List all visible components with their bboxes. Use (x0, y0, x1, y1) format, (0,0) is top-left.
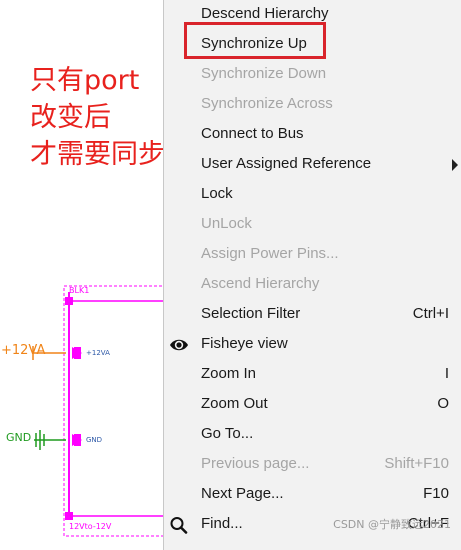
menu-item-label: Connect to Bus (201, 125, 304, 142)
block-top-pin (65, 297, 73, 305)
menu-item-label: Synchronize Across (201, 95, 333, 112)
menu-item-label: Descend Hierarchy (201, 5, 329, 22)
menu-item-label: Synchronize Down (201, 65, 327, 82)
magnifier-icon (170, 517, 188, 534)
menu-item-synchronize-down[interactable]: Synchronize Down (164, 60, 461, 90)
annotation-line-1: 只有port (30, 65, 140, 96)
annotation-note: 只有port 改变后 才需要同步 (30, 62, 165, 173)
menu-item-shortcut: Shift+F10 (384, 455, 449, 472)
menu-item-assign-power-pins[interactable]: Assign Power Pins... (164, 240, 461, 270)
menu-item-label: Zoom In (201, 365, 257, 382)
annotation-line-3: 才需要同步 (30, 139, 165, 170)
menu-item-ascend-hierarchy[interactable]: Ascend Hierarchy (164, 270, 461, 300)
block-bottom-label: 12Vto-12V (69, 522, 112, 531)
block-outline (63, 285, 165, 537)
context-menu: Descend Hierarchy Synchronize Up Synchro… (163, 0, 461, 550)
menu-item-user-assigned-reference[interactable]: User Assigned Reference (164, 150, 461, 180)
watermark: CSDN @宁静致远2021 (333, 518, 451, 531)
menu-item-unlock[interactable]: UnLock (164, 210, 461, 240)
menu-item-label: UnLock (201, 215, 252, 232)
block-bottom-pin (65, 512, 73, 520)
submenu-arrow-icon (452, 159, 458, 171)
menu-item-label: Assign Power Pins... (201, 245, 339, 262)
net-label-plus12va: +12VA (1, 343, 46, 358)
menu-item-fisheye-view[interactable]: Fisheye view (164, 330, 461, 360)
menu-item-selection-filter[interactable]: Selection Filter Ctrl+I (164, 300, 461, 330)
menu-item-shortcut: F10 (423, 485, 449, 502)
menu-item-shortcut: O (437, 395, 449, 412)
menu-item-shortcut: I (444, 365, 449, 382)
block-name-label: BLK1 (69, 286, 90, 295)
menu-item-label: Go To... (201, 425, 254, 442)
annotation-line-2: 改变后 (30, 102, 111, 133)
menu-item-previous-page[interactable]: Previous page... Shift+F10 (164, 450, 461, 480)
menu-item-shortcut: Ctrl+I (412, 305, 449, 322)
menu-item-label: Ascend Hierarchy (201, 275, 320, 292)
eye-icon (170, 339, 188, 351)
menu-item-label: Lock (201, 185, 233, 202)
schematic-canvas[interactable]: BLK1 +12VA +12VA GND GND 12Vto-12V (0, 280, 165, 540)
menu-item-label: Fisheye view (201, 335, 288, 352)
menu-item-synchronize-across[interactable]: Synchronize Across (164, 90, 461, 120)
menu-item-label: User Assigned Reference (201, 155, 372, 172)
menu-item-label: Previous page... (201, 455, 310, 472)
menu-item-go-to[interactable]: Go To... (164, 420, 461, 450)
schematic-drawing (32, 285, 165, 537)
pin-label-gnd: GND (86, 436, 103, 444)
menu-item-label: Selection Filter (201, 305, 301, 322)
synchronize-up-highlight (184, 22, 326, 59)
net-label-gnd: GND (6, 431, 32, 444)
menu-item-lock[interactable]: Lock (164, 180, 461, 210)
menu-item-connect-to-bus[interactable]: Connect to Bus (164, 120, 461, 150)
menu-item-next-page[interactable]: Next Page... F10 (164, 480, 461, 510)
menu-item-label: Zoom Out (201, 395, 268, 412)
menu-item-label: Find... (201, 515, 243, 532)
menu-item-zoom-in[interactable]: Zoom In I (164, 360, 461, 390)
pin-label-plus12va: +12VA (86, 349, 110, 357)
menu-item-zoom-out[interactable]: Zoom Out O (164, 390, 461, 420)
menu-item-label: Next Page... (201, 485, 284, 502)
